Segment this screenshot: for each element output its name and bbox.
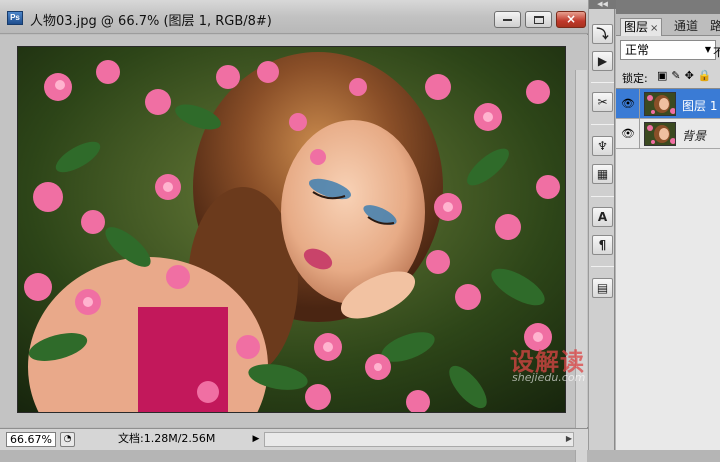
blend-mode-value: 正常 bbox=[625, 43, 650, 57]
layer-thumbnail-image bbox=[645, 93, 675, 115]
canvas-area[interactable] bbox=[0, 35, 588, 462]
panel-dock: ◀◀ ⤵ ▶ ✂ ♆ ▦ A ¶ ▤ bbox=[588, 0, 616, 450]
dock-collapse-icon[interactable]: ◀◀ bbox=[589, 0, 616, 9]
tool-presets-icon: ✂ bbox=[597, 95, 608, 109]
portrait-photo bbox=[18, 47, 565, 412]
document-window: Ps 人物03.jpg @ 66.7% (图层 1, RGB/8#) × 66.… bbox=[0, 0, 588, 462]
layer-thumbnail bbox=[644, 122, 676, 146]
actions-icon: ▶ bbox=[597, 54, 608, 68]
tab-channels[interactable]: 通道 bbox=[671, 18, 701, 36]
ps-icon: Ps bbox=[7, 11, 23, 25]
dock-separator bbox=[591, 196, 614, 197]
tab-paths[interactable]: 路 bbox=[707, 18, 720, 36]
layers-panel: 图层 × 通道 路 正常 ▼ 锁定: ▣✎✥🔒 👁 图层 1 👁 背景 bbox=[616, 0, 720, 450]
lock-options-icons[interactable]: ▣✎✥🔒 bbox=[657, 69, 716, 82]
status-menu-arrow-icon[interactable]: ▶ bbox=[249, 432, 263, 447]
layer-comps-icon: ▤ bbox=[596, 281, 609, 295]
document-title: 人物03.jpg @ 66.7% (图层 1, RGB/8#) bbox=[30, 14, 272, 29]
layer-divider bbox=[639, 119, 640, 149]
dock-separator bbox=[591, 82, 614, 83]
zoom-level-field[interactable]: 66.67% bbox=[6, 432, 56, 447]
tab-close-icon[interactable]: × bbox=[650, 23, 658, 34]
history-button[interactable]: ⤵ bbox=[592, 24, 613, 44]
tab-layers-label: 图层 bbox=[624, 20, 649, 34]
document-title-bar[interactable]: Ps 人物03.jpg @ 66.7% (图层 1, RGB/8#) × bbox=[0, 0, 588, 34]
panel-tabs: 图层 × 通道 路 bbox=[616, 14, 720, 36]
horizontal-scrollbar[interactable]: ▶ bbox=[264, 432, 574, 447]
close-button[interactable]: × bbox=[556, 11, 586, 28]
actions-button[interactable]: ▶ bbox=[592, 51, 613, 71]
dock-separator bbox=[591, 266, 614, 267]
brush-presets-button[interactable]: ▦ bbox=[592, 164, 613, 184]
tab-layers[interactable]: 图层 × bbox=[620, 18, 663, 36]
lock-label: 锁定: bbox=[622, 72, 648, 85]
layer-list: 👁 图层 1 👁 背景 bbox=[616, 88, 720, 450]
layer-thumbnail bbox=[644, 92, 676, 116]
maximize-button[interactable] bbox=[525, 11, 552, 28]
paragraph-icon: ¶ bbox=[598, 238, 607, 252]
layer-name[interactable]: 图层 1 bbox=[682, 97, 717, 114]
clone-source-button[interactable]: ♆ bbox=[592, 136, 613, 156]
layer-comps-button[interactable]: ▤ bbox=[592, 278, 613, 298]
minimize-icon bbox=[503, 19, 512, 21]
layer-thumbnail-image bbox=[645, 123, 675, 145]
tool-presets-button[interactable]: ✂ bbox=[592, 92, 613, 112]
layer-row-selected[interactable]: 👁 图层 1 bbox=[616, 89, 720, 119]
scroll-right-icon[interactable]: ▶ bbox=[566, 434, 572, 443]
minimize-button[interactable] bbox=[494, 11, 521, 28]
status-bar: 66.67% ◔ 文档:1.28M/2.56M ▶ ▶ bbox=[0, 428, 588, 450]
maximize-icon bbox=[534, 16, 544, 24]
dock-separator bbox=[591, 124, 614, 125]
paragraph-button[interactable]: ¶ bbox=[592, 235, 613, 255]
close-icon: × bbox=[565, 12, 577, 26]
chevron-down-icon: ▼ bbox=[704, 45, 711, 54]
layer-row[interactable]: 👁 背景 bbox=[616, 119, 720, 149]
brush-presets-icon: ▦ bbox=[596, 167, 609, 181]
eye-icon[interactable]: 👁 bbox=[620, 98, 636, 110]
panel-header[interactable] bbox=[616, 0, 720, 14]
document-image[interactable] bbox=[17, 46, 566, 413]
vertical-scrollbar[interactable] bbox=[575, 70, 587, 462]
layer-name[interactable]: 背景 bbox=[682, 127, 706, 144]
character-icon: A bbox=[597, 210, 608, 224]
eye-icon[interactable]: 👁 bbox=[620, 128, 636, 140]
clone-source-icon: ♆ bbox=[597, 139, 608, 153]
character-button[interactable]: A bbox=[592, 207, 613, 227]
layer-divider bbox=[639, 89, 640, 119]
blend-mode-select[interactable]: 正常 ▼ bbox=[620, 40, 716, 60]
history-icon: ⤵ bbox=[596, 27, 609, 41]
status-info-icon[interactable]: ◔ bbox=[60, 432, 75, 447]
opacity-label-partial: 不 bbox=[713, 46, 720, 59]
document-size-info: 文档:1.28M/2.56M bbox=[118, 432, 216, 445]
